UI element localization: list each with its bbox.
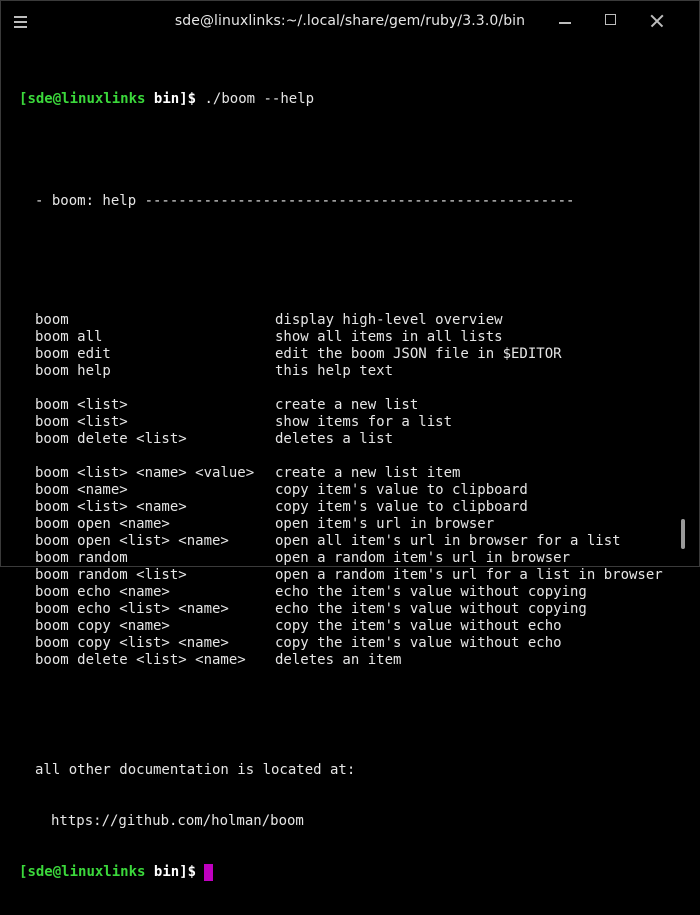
command-text: ./boom --help <box>196 91 315 107</box>
help-description: copy the item's value without echo <box>275 635 562 651</box>
help-command: boom copy <list> <name> <box>35 635 229 651</box>
title-bar: sde@linuxlinks:~/.local/share/gem/ruby/3… <box>1 1 699 43</box>
help-description: deletes a list <box>275 431 394 447</box>
help-description: open a random item's url for a list in b… <box>275 567 663 583</box>
prompt-dir: bin <box>153 864 180 880</box>
help-description: copy the item's value without echo <box>275 618 562 634</box>
help-command: boom open <list> <name> <box>35 533 229 549</box>
help-description: show items for a list <box>275 414 453 430</box>
help-row: boom help this help text <box>19 363 669 380</box>
help-row: boom delete <list> <name> deletes an item <box>19 652 669 669</box>
close-icon[interactable] <box>647 11 667 31</box>
help-description: create a new list <box>275 397 419 413</box>
help-command: boom echo <list> <name> <box>35 601 229 617</box>
help-command: boom delete <list> <name> <box>35 652 246 668</box>
help-row: boom copy <name> copy the item's value wi… <box>19 618 669 635</box>
help-description: copy item's value to clipboard <box>275 499 528 515</box>
help-command: boom <box>35 312 69 328</box>
help-command: boom <list> <name> <value> <box>35 465 255 481</box>
help-row: boom echo <list> <name> echo the item's v… <box>19 601 669 618</box>
help-command: boom <list> <box>35 414 128 430</box>
help-row: boom delete <list> deletes a list <box>19 431 669 448</box>
help-command: boom echo <name> <box>35 584 170 600</box>
help-description: create a new list item <box>275 465 461 481</box>
help-row: boom edit edit the boom JSON file in $EDI… <box>19 346 669 363</box>
help-row: boom open <name> open item's url in brows… <box>19 516 669 533</box>
help-row: boom <list> create a new list <box>19 397 669 414</box>
help-description: open a random item's url in browser <box>275 550 571 566</box>
help-command: boom <name> <box>35 482 128 498</box>
text-cursor <box>204 864 214 881</box>
help-row: boom copy <list> <name> copy the item's v… <box>19 635 669 652</box>
scrollbar-thumb[interactable] <box>681 519 685 549</box>
help-row: boom all show all items in all lists <box>19 329 669 346</box>
help-command: boom help <box>35 363 111 379</box>
help-row: boom <list> <name> <value> create a new l… <box>19 465 669 482</box>
prompt-line[interactable]: [sde@linuxlinks bin]$ <box>19 864 669 881</box>
help-description: deletes an item <box>275 652 402 668</box>
help-row: boom open <list> <name> open all item's u… <box>19 533 669 550</box>
help-description: copy item's value to clipboard <box>275 482 528 498</box>
help-command: boom copy <name> <box>35 618 170 634</box>
prompt: [sde@linuxlinks bin]$ <box>19 91 197 107</box>
help-description: echo the item's value without copying <box>275 584 587 600</box>
terminal-output[interactable]: [sde@linuxlinks bin]$ ./boom --help - bo… <box>19 57 669 881</box>
prompt-user-host: sde@linuxlinks <box>27 91 146 107</box>
window-controls <box>539 1 699 43</box>
prompt-dir: bin <box>153 91 180 107</box>
help-command: boom random <list> <box>35 567 187 583</box>
help-description: show all items in all lists <box>275 329 503 345</box>
help-row: boom <list> <name> copy item's value to c… <box>19 499 669 516</box>
help-description: display high-level overview <box>275 312 503 328</box>
help-row: boom display high-level overview <box>19 312 669 329</box>
doc-url: https://github.com/holman/boom <box>51 813 304 829</box>
help-command: boom random <box>35 550 128 566</box>
command-line: [sde@linuxlinks bin]$ ./boom --help <box>19 91 669 108</box>
doc-line: all other documentation is located at: <box>35 762 356 778</box>
prompt-user-host: sde@linuxlinks <box>27 864 146 880</box>
help-description: open item's url in browser <box>275 516 495 532</box>
help-row: boom <list> show items for a list <box>19 414 669 431</box>
maximize-icon[interactable] <box>601 11 621 31</box>
help-command: boom edit <box>35 346 111 362</box>
help-header: - boom: help ---------------------------… <box>35 193 575 209</box>
help-row: boom random <list> open a random item's u… <box>19 567 669 584</box>
help-description: this help text <box>275 363 394 379</box>
help-command: boom all <box>35 329 103 345</box>
help-description: echo the item's value without copying <box>275 601 587 617</box>
help-row: boom echo <name> echo the item's value wi… <box>19 584 669 601</box>
terminal-window: sde@linuxlinks:~/.local/share/gem/ruby/3… <box>0 0 700 881</box>
help-description: open all item's url in browser for a lis… <box>275 533 621 549</box>
prompt: [sde@linuxlinks bin]$ <box>19 864 197 880</box>
help-command: boom <list> <name> <box>35 499 187 515</box>
help-row: boom random open a random item's url in b… <box>19 550 669 567</box>
help-command: boom delete <list> <box>35 431 187 447</box>
help-command: boom open <name> <box>35 516 170 532</box>
help-groups: boom display high-level overview boom all s… <box>19 312 669 669</box>
help-description: edit the boom JSON file in $EDITOR <box>275 346 562 362</box>
help-row: boom <name> copy item's value to clipboar… <box>19 482 669 499</box>
help-command: boom <list> <box>35 397 128 413</box>
minimize-icon[interactable] <box>555 11 575 31</box>
